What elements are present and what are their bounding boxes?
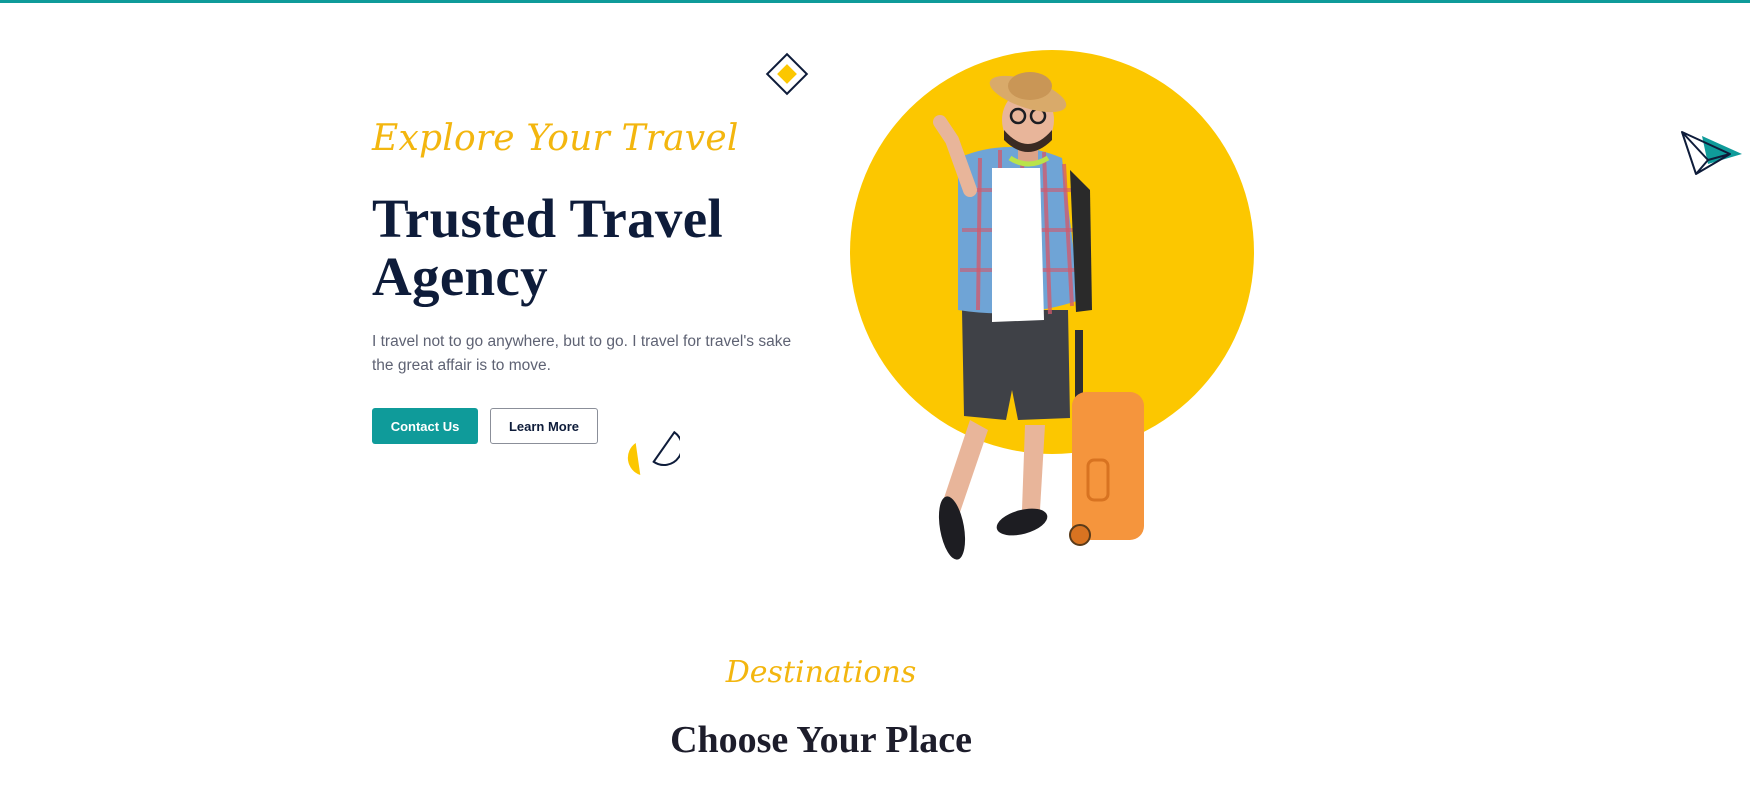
- paper-plane-icon: [1681, 131, 1742, 175]
- hero-title: Trusted Travel Agency: [372, 188, 723, 307]
- contact-us-button[interactable]: Contact Us: [372, 408, 478, 444]
- learn-more-button[interactable]: Learn More: [490, 408, 598, 444]
- section-kicker: Destinations: [725, 655, 917, 690]
- hero-kicker: Explore Your Travel: [372, 118, 739, 159]
- section-title: Choose Your Place: [670, 719, 972, 761]
- top-accent-bar: [0, 0, 1750, 3]
- hero-description: I travel not to go anywhere, but to go. …: [372, 333, 792, 374]
- diamond-shape-icon: [765, 52, 809, 96]
- hero-traveler-image: [850, 50, 1254, 560]
- semicircle-shapes-icon: [627, 430, 680, 475]
